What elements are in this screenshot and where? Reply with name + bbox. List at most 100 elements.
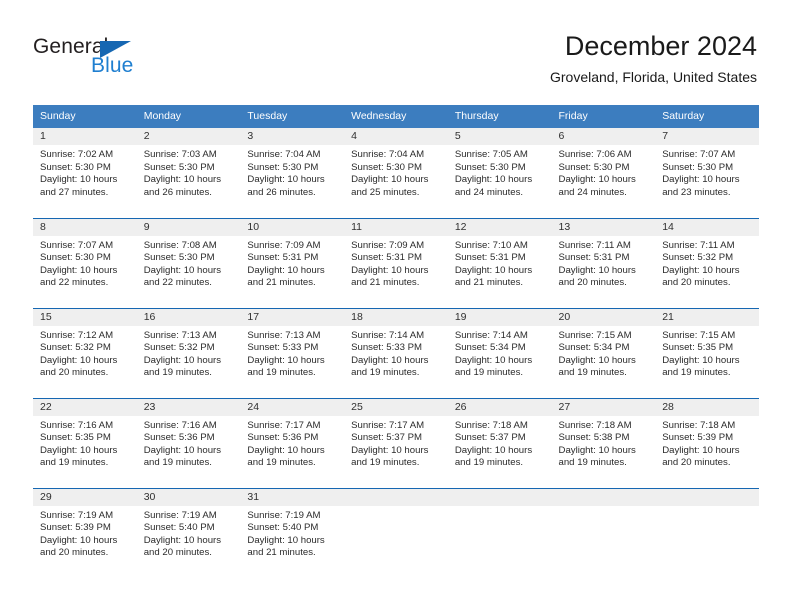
sunset-text: Sunset: 5:40 PM: [247, 522, 319, 534]
sunset-text: Sunset: 5:31 PM: [247, 252, 319, 264]
day-cell[interactable]: 1 Sunrise: 7:02 AM Sunset: 5:30 PM Daylight…: [33, 128, 137, 218]
sunset-text: Sunset: 5:30 PM: [454, 161, 526, 173]
sunset-text: Sunset: 5:38 PM: [558, 432, 630, 444]
daylight-text: Daylight: 10 hours and 20 minutes.: [40, 534, 118, 559]
day-details: Sunrise: 7:16 AM Sunset: 5:35 PM Daylight:…: [33, 416, 137, 470]
sunset-text: Sunset: 5:30 PM: [351, 161, 423, 173]
day-number: 23: [136, 398, 241, 416]
day-cell[interactable]: 5 Sunrise: 7:05 AM Sunset: 5:30 PM Daylight…: [447, 128, 552, 218]
day-cell[interactable]: 27 Sunrise: 7:18 AM Sunset: 5:38 PM Dayligh…: [551, 397, 656, 488]
day-details: Sunrise: 7:14 AM Sunset: 5:34 PM Daylight:…: [448, 326, 552, 380]
sunset-text: Sunset: 5:33 PM: [247, 342, 319, 354]
daylight-text: Daylight: 10 hours and 24 minutes.: [454, 174, 533, 198]
day-cell[interactable]: 3 Sunrise: 7:04 AM Sunset: 5:30 PM Daylight…: [240, 128, 345, 218]
day-cell[interactable]: 28 Sunrise: 7:18 AM Sunset: 5:39 PM Dayligh…: [655, 397, 759, 488]
day-details: Sunrise: 7:18 AM Sunset: 5:37 PM Daylight:…: [448, 416, 552, 470]
day-cell[interactable]: 12 Sunrise: 7:10 AM Sunset: 5:31 PM Dayligh…: [447, 217, 552, 308]
calendar-head: Sunday Monday Tuesday Wednesday Thursday…: [33, 105, 759, 128]
daylight-text: Daylight: 10 hours and 22 minutes.: [40, 264, 118, 289]
day-cell[interactable]: 11 Sunrise: 7:09 AM Sunset: 5:31 PM Dayligh…: [344, 217, 448, 308]
day-cell[interactable]: 18 Sunrise: 7:14 AM Sunset: 5:33 PM Dayligh…: [344, 307, 448, 398]
day-cell[interactable]: 8 Sunrise: 7:07 AM Sunset: 5:30 PM Daylight…: [33, 217, 137, 308]
sunset-text: Sunset: 5:30 PM: [247, 161, 319, 173]
sunrise-text: Sunrise: 7:16 AM: [40, 419, 114, 431]
sunset-text: Sunset: 5:37 PM: [351, 432, 423, 444]
day-number: 29: [33, 488, 137, 506]
day-cell[interactable]: 26 Sunrise: 7:18 AM Sunset: 5:37 PM Dayligh…: [447, 397, 552, 488]
weekday-header-wednesday: Wednesday: [344, 105, 448, 128]
sunset-text: Sunset: 5:31 PM: [454, 252, 526, 264]
weekday-header-tuesday: Tuesday: [240, 105, 345, 128]
day-details: Sunrise: 7:10 AM Sunset: 5:31 PM Daylight:…: [448, 236, 552, 290]
day-number: 30: [136, 488, 241, 506]
sunrise-text: Sunrise: 7:18 AM: [558, 419, 632, 431]
day-cell[interactable]: 13 Sunrise: 7:11 AM Sunset: 5:31 PM Dayligh…: [551, 217, 656, 308]
day-cell[interactable]: 17 Sunrise: 7:13 AM Sunset: 5:33 PM Dayligh…: [240, 307, 345, 398]
daylight-text: Daylight: 10 hours and 26 minutes.: [247, 174, 325, 198]
page-subtitle: Groveland, Florida, United States: [550, 69, 757, 85]
day-number: 5: [447, 128, 552, 145]
day-cell[interactable]: 16 Sunrise: 7:13 AM Sunset: 5:32 PM Dayligh…: [136, 307, 241, 398]
sunset-text: Sunset: 5:40 PM: [143, 522, 215, 534]
day-cell[interactable]: 24 Sunrise: 7:17 AM Sunset: 5:36 PM Dayligh…: [240, 397, 345, 488]
daylight-text: Daylight: 10 hours and 20 minutes.: [662, 264, 740, 289]
sunset-text: Sunset: 5:34 PM: [558, 342, 630, 354]
day-cell[interactable]: 29 Sunrise: 7:19 AM Sunset: 5:39 PM Dayligh…: [33, 487, 137, 578]
weekday-header-saturday: Saturday: [655, 105, 759, 128]
day-details: Sunrise: 7:08 AM Sunset: 5:30 PM Daylight:…: [137, 236, 241, 290]
daylight-text: Daylight: 10 hours and 19 minutes.: [454, 444, 533, 469]
sunset-text: Sunset: 5:32 PM: [40, 342, 111, 354]
sunset-text: Sunset: 5:31 PM: [558, 252, 630, 264]
day-number: 28: [655, 398, 759, 416]
day-cell[interactable]: 31 Sunrise: 7:19 AM Sunset: 5:40 PM Dayligh…: [240, 487, 345, 578]
day-cell[interactable]: 20 Sunrise: 7:15 AM Sunset: 5:34 PM Dayligh…: [551, 307, 656, 398]
day-number: 21: [655, 308, 759, 326]
week-row: 29 Sunrise: 7:19 AM Sunset: 5:39 PM Dayligh…: [33, 487, 759, 578]
day-number: 22: [33, 398, 137, 416]
day-cell[interactable]: 15 Sunrise: 7:12 AM Sunset: 5:32 PM Dayligh…: [33, 307, 137, 398]
day-cell[interactable]: 30 Sunrise: 7:19 AM Sunset: 5:40 PM Dayligh…: [136, 487, 241, 578]
daylight-text: Daylight: 10 hours and 26 minutes.: [143, 174, 222, 198]
day-cell[interactable]: 7 Sunrise: 7:07 AM Sunset: 5:30 PM Daylight…: [655, 128, 759, 218]
day-details: Sunrise: 7:07 AM Sunset: 5:30 PM Daylight:…: [655, 145, 759, 199]
day-cell[interactable]: 25 Sunrise: 7:17 AM Sunset: 5:37 PM Dayligh…: [344, 397, 448, 488]
sunrise-text: Sunrise: 7:13 AM: [143, 329, 217, 341]
day-details: Sunrise: 7:16 AM Sunset: 5:36 PM Daylight:…: [137, 416, 241, 470]
day-details: Sunrise: 7:03 AM Sunset: 5:30 PM Daylight:…: [137, 145, 241, 199]
daylight-text: Daylight: 10 hours and 19 minutes.: [143, 354, 222, 379]
day-number: 6: [551, 128, 656, 145]
sunset-text: Sunset: 5:37 PM: [454, 432, 526, 444]
day-cell-empty: [655, 487, 759, 578]
weekday-header-friday: Friday: [551, 105, 656, 128]
day-cell[interactable]: 23 Sunrise: 7:16 AM Sunset: 5:36 PM Dayligh…: [136, 397, 241, 488]
sunrise-text: Sunrise: 7:03 AM: [143, 149, 217, 160]
daylight-text: Daylight: 10 hours and 25 minutes.: [351, 174, 429, 198]
week-row: 8 Sunrise: 7:07 AM Sunset: 5:30 PM Daylight…: [33, 217, 759, 308]
daylight-text: Daylight: 10 hours and 20 minutes.: [558, 264, 636, 289]
day-cell[interactable]: 4 Sunrise: 7:04 AM Sunset: 5:30 PM Daylight…: [344, 128, 448, 218]
day-number: 27: [551, 398, 656, 416]
day-cell[interactable]: 9 Sunrise: 7:08 AM Sunset: 5:30 PM Daylight…: [136, 217, 241, 308]
day-details: Sunrise: 7:04 AM Sunset: 5:30 PM Daylight:…: [240, 145, 344, 199]
sunrise-text: Sunrise: 7:10 AM: [454, 239, 528, 251]
day-details: Sunrise: 7:17 AM Sunset: 5:37 PM Daylight:…: [344, 416, 448, 470]
sunrise-text: Sunrise: 7:19 AM: [247, 509, 321, 521]
day-details: Sunrise: 7:11 AM Sunset: 5:31 PM Daylight:…: [552, 236, 656, 290]
sunset-text: Sunset: 5:35 PM: [662, 342, 734, 354]
day-number: 16: [136, 308, 241, 326]
day-cell[interactable]: 22 Sunrise: 7:16 AM Sunset: 5:35 PM Dayligh…: [33, 397, 137, 488]
day-cell[interactable]: 10 Sunrise: 7:09 AM Sunset: 5:31 PM Dayligh…: [240, 217, 345, 308]
day-details: Sunrise: 7:18 AM Sunset: 5:39 PM Daylight:…: [655, 416, 759, 470]
sunset-text: Sunset: 5:39 PM: [662, 432, 734, 444]
weekday-header-row: Sunday Monday Tuesday Wednesday Thursday…: [33, 105, 759, 128]
day-details: Sunrise: 7:02 AM Sunset: 5:30 PM Daylight:…: [33, 145, 137, 199]
sunrise-text: Sunrise: 7:07 AM: [662, 149, 736, 160]
day-cell[interactable]: 21 Sunrise: 7:15 AM Sunset: 5:35 PM Dayligh…: [655, 307, 759, 398]
day-cell[interactable]: 14 Sunrise: 7:11 AM Sunset: 5:32 PM Dayligh…: [655, 217, 759, 308]
sunrise-text: Sunrise: 7:04 AM: [247, 149, 321, 160]
day-number: 12: [447, 218, 552, 236]
day-cell[interactable]: 6 Sunrise: 7:06 AM Sunset: 5:30 PM Daylight…: [551, 128, 656, 218]
day-cell-empty: [447, 487, 552, 578]
day-cell[interactable]: 19 Sunrise: 7:14 AM Sunset: 5:34 PM Dayligh…: [447, 307, 552, 398]
day-cell[interactable]: 2 Sunrise: 7:03 AM Sunset: 5:30 PM Daylight…: [136, 128, 241, 218]
